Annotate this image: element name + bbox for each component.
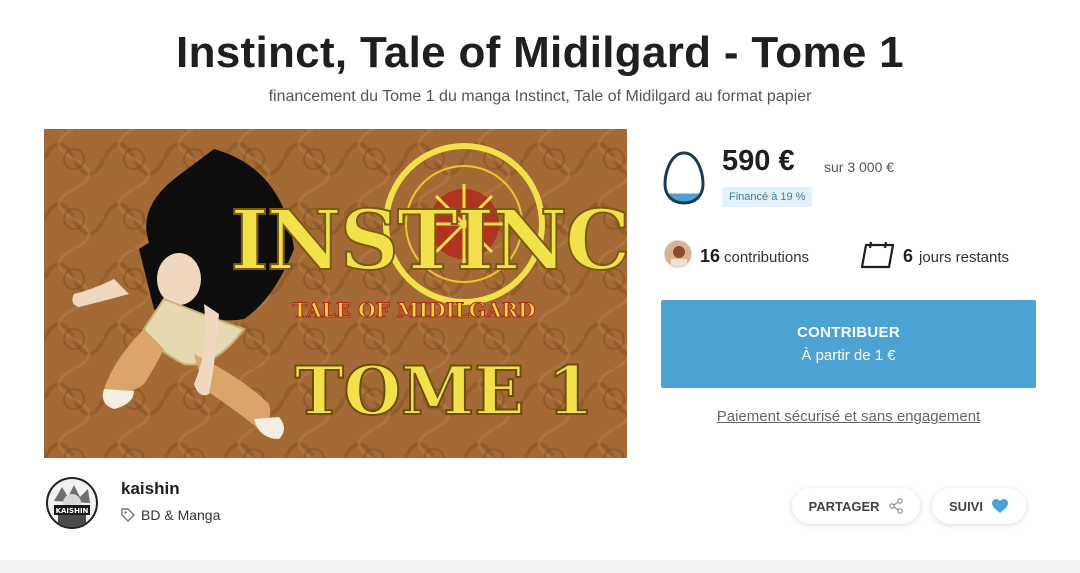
- contribute-button-sublabel: À partir de 1 €: [801, 347, 896, 364]
- project-card: Instinct, Tale of Midilgard - Tome 1 fin…: [0, 0, 1080, 560]
- egg-progress-icon: [663, 151, 705, 205]
- page-title: Instinct, Tale of Midilgard - Tome 1: [176, 28, 904, 77]
- share-button-label: PARTAGER: [808, 498, 880, 514]
- project-cover-image[interactable]: INSTINCT TALE OF MIDILGARD TOME 1: [44, 129, 627, 458]
- cover-tagline: TALE OF MIDILGARD: [293, 298, 536, 322]
- author-avatar[interactable]: KAISHIN: [46, 477, 98, 529]
- tag-icon: [121, 508, 135, 522]
- days-remaining-label: jours restants: [919, 249, 1010, 266]
- category-label[interactable]: BD & Manga: [141, 507, 220, 523]
- contributor-avatar: [664, 240, 692, 268]
- author-name[interactable]: kaishin: [121, 479, 180, 499]
- follow-button[interactable]: SUIVI: [932, 488, 1026, 524]
- calendar-icon: [860, 241, 895, 269]
- funded-percent-badge: Financé à 19 %: [722, 187, 813, 207]
- days-remaining-count: 6: [903, 246, 914, 266]
- cover-volume: TOME 1: [295, 352, 594, 430]
- heart-icon: [991, 499, 1008, 513]
- contribute-button[interactable]: CONTRIBUER À partir de 1 €: [661, 300, 1036, 388]
- contributions-label: contributions: [724, 249, 810, 266]
- svg-text:KAISHIN: KAISHIN: [56, 507, 89, 515]
- contribute-button-label: CONTRIBUER: [797, 324, 900, 341]
- raised-amount: 590 €: [722, 145, 795, 177]
- goal-amount: sur 3 000 €: [824, 159, 895, 175]
- follow-button-label: SUIVI: [949, 498, 983, 514]
- contributions-count: 16: [700, 246, 721, 266]
- secure-payment-link[interactable]: Paiement sécurisé et sans engagement: [661, 408, 1036, 425]
- cover-logo-text: INSTINCT: [230, 193, 627, 289]
- page-subtitle: financement du Tome 1 du manga Instinct,…: [268, 88, 812, 105]
- share-button[interactable]: PARTAGER: [792, 488, 920, 524]
- share-icon: [888, 498, 903, 514]
